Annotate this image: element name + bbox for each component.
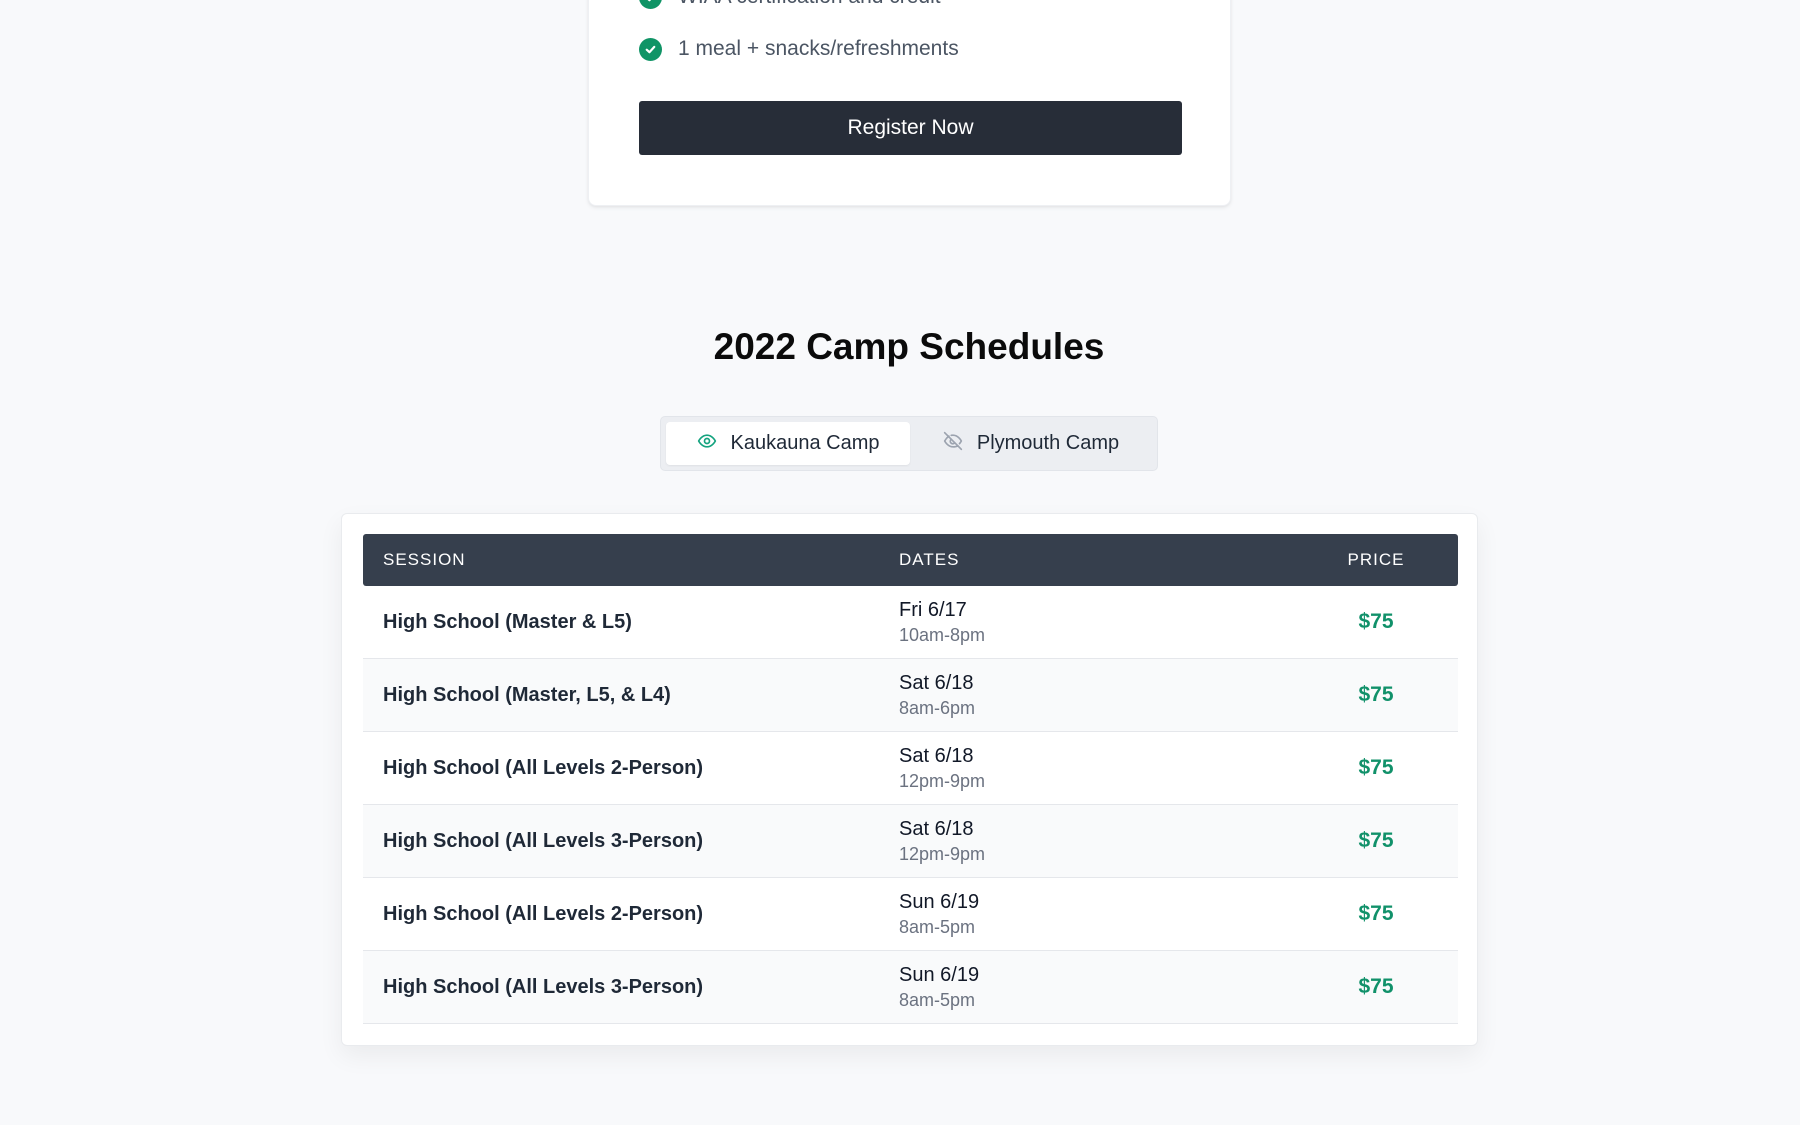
feature-label: WIAA certification and credit [678, 0, 941, 9]
feature-item: WIAA certification and credit [639, 0, 941, 9]
tab-kaukauna-camp[interactable]: Kaukauna Camp [666, 422, 910, 465]
session-dates: Sun 6/19 8am-5pm [899, 964, 1294, 1011]
session-name: High School (All Levels 2-Person) [383, 756, 704, 779]
table-row: High School (All Levels 2-Person) Sat 6/… [363, 732, 1458, 805]
session-price: $75 [1358, 902, 1394, 925]
schedule-card: SESSION DATES PRICE High School (Master … [341, 513, 1478, 1046]
session-date: Sun 6/19 [899, 890, 980, 913]
table-row: High School (Master, L5, & L4) Sat 6/18 … [363, 659, 1458, 732]
table-header: SESSION DATES PRICE [363, 534, 1458, 586]
session-price: $75 [1358, 683, 1394, 706]
session-name: High School (All Levels 3-Person) [383, 975, 704, 998]
session-date: Sat 6/18 [899, 817, 974, 840]
feature-label: 1 meal + snacks/refreshments [678, 37, 959, 60]
session-time: 10am-8pm [899, 624, 986, 645]
session-dates: Sat 6/18 8am-6pm [899, 672, 1294, 719]
session-dates: Sat 6/18 12pm-9pm [899, 818, 1294, 865]
session-date: Sat 6/18 [899, 744, 974, 767]
session-time: 12pm-9pm [899, 770, 986, 791]
table-row: High School (Master & L5) Fri 6/17 10am-… [363, 586, 1458, 659]
check-circle-icon [639, 37, 662, 61]
session-name: High School (All Levels 2-Person) [383, 902, 704, 925]
column-header-price: PRICE [1347, 550, 1405, 569]
page: WIAA certification and credit 1 meal + s… [0, 0, 1800, 1125]
session-name: High School (All Levels 3-Person) [383, 829, 704, 852]
table-row: High School (All Levels 3-Person) Sat 6/… [363, 805, 1458, 878]
session-time: 8am-5pm [899, 989, 976, 1010]
session-price: $75 [1358, 610, 1394, 633]
camp-tabs: Kaukauna Camp Plymouth Camp [660, 416, 1158, 471]
column-header-session: SESSION [383, 550, 466, 569]
session-time: 8am-6pm [899, 697, 976, 718]
session-date: Sat 6/18 [899, 671, 974, 694]
session-price: $75 [1358, 756, 1394, 779]
session-time: 12pm-9pm [899, 843, 986, 864]
session-dates: Fri 6/17 10am-8pm [899, 599, 1294, 646]
session-name: High School (Master, L5, & L4) [383, 683, 671, 706]
tab-label: Kaukauna Camp [730, 432, 880, 454]
pricing-card: WIAA certification and credit 1 meal + s… [588, 0, 1231, 206]
check-circle-icon [639, 0, 662, 9]
session-price: $75 [1358, 829, 1394, 852]
eye-off-icon [943, 431, 963, 457]
table-row: High School (All Levels 3-Person) Sun 6/… [363, 951, 1458, 1024]
session-date: Fri 6/17 [899, 598, 967, 621]
tab-label: Plymouth Camp [976, 432, 1120, 454]
session-name: High School (Master & L5) [383, 610, 632, 633]
session-dates: Sat 6/18 12pm-9pm [899, 745, 1294, 792]
eye-icon [697, 431, 717, 457]
session-date: Sun 6/19 [899, 963, 980, 986]
column-header-dates: DATES [899, 550, 960, 569]
session-time: 8am-5pm [899, 916, 976, 937]
session-price: $75 [1358, 975, 1394, 998]
feature-item: 1 meal + snacks/refreshments [639, 37, 959, 61]
register-now-button[interactable]: Register Now [639, 101, 1182, 155]
tab-plymouth-camp[interactable]: Plymouth Camp [910, 422, 1152, 465]
section-title: 2022 Camp Schedules [713, 326, 1105, 367]
session-dates: Sun 6/19 8am-5pm [899, 891, 1294, 938]
table-row: High School (All Levels 2-Person) Sun 6/… [363, 878, 1458, 951]
schedule-table: SESSION DATES PRICE High School (Master … [363, 534, 1458, 1024]
